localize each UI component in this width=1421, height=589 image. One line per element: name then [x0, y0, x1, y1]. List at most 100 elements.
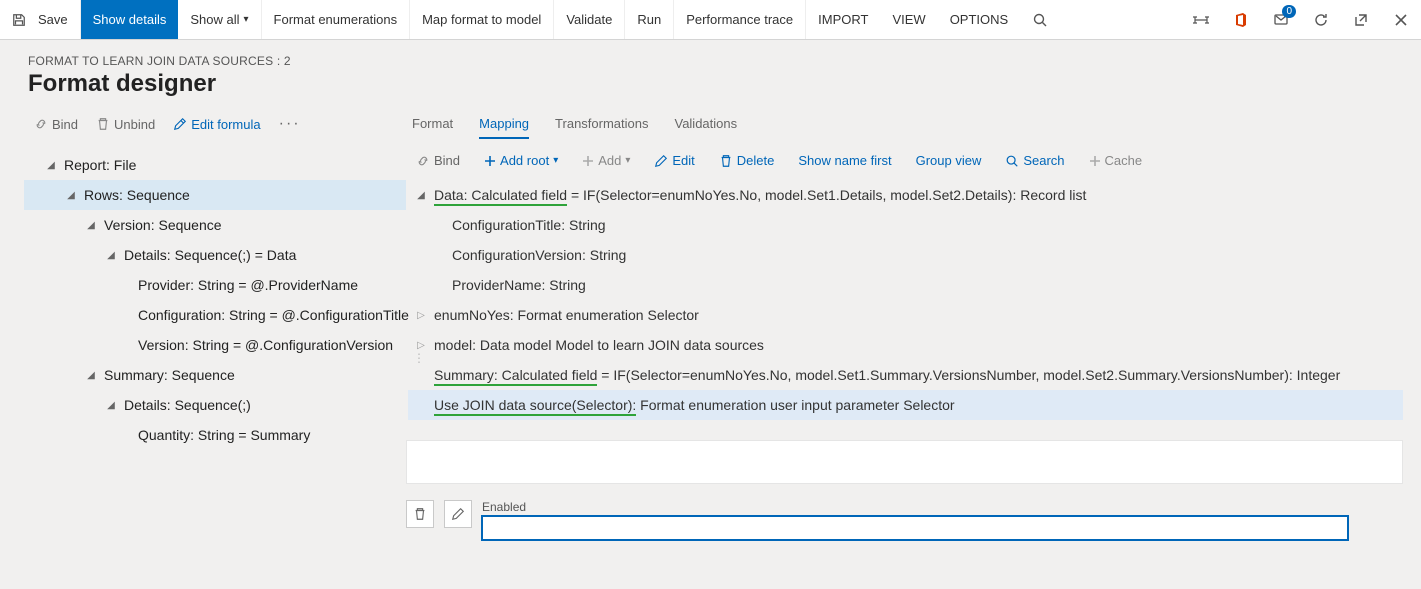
top-toolbar: Save Show details Show all ▾ Format enum…	[0, 0, 1421, 40]
collapse-icon[interactable]: ◢	[84, 368, 98, 382]
link-icon	[34, 117, 48, 131]
options-menu[interactable]: OPTIONS	[938, 0, 1021, 39]
ds-node-providername[interactable]: ProviderName: String	[408, 270, 1403, 300]
performance-trace-label: Performance trace	[686, 12, 793, 27]
edit-formula-button[interactable]: Edit formula	[165, 113, 268, 136]
tree-node-quantity[interactable]: Quantity: String = Summary	[24, 420, 406, 450]
ds-node-configversion[interactable]: ConfigurationVersion: String	[408, 240, 1403, 270]
tree-node-summary[interactable]: ◢ Summary: Sequence	[24, 360, 406, 390]
r-search-button[interactable]: Search	[1001, 151, 1068, 170]
datasource-tree: ◢ Data: Calculated field = IF(Selector=e…	[406, 176, 1403, 420]
close-button[interactable]	[1381, 0, 1421, 39]
import-label: IMPORT	[818, 12, 868, 27]
tree-node-provider[interactable]: Provider: String = @.ProviderName	[24, 270, 406, 300]
r-bind-button[interactable]: Bind	[412, 151, 464, 170]
ds-node-data-label: Data: Calculated field = IF(Selector=enu…	[434, 187, 1086, 203]
edit-formula-label: Edit formula	[191, 117, 260, 132]
footer-edit-button[interactable]	[444, 500, 472, 528]
bind-button[interactable]: Bind	[26, 113, 86, 136]
ds-node-enumnoyes[interactable]: ▷ enumNoYes: Format enumeration Selector	[408, 300, 1403, 330]
popout-button[interactable]	[1341, 0, 1381, 39]
show-all-button[interactable]: Show all ▾	[178, 0, 261, 39]
show-details-label: Show details	[93, 12, 167, 27]
tree-node-details2[interactable]: ◢ Details: Sequence(;)	[24, 390, 406, 420]
view-menu[interactable]: VIEW	[880, 0, 937, 39]
collapse-icon[interactable]: ◢	[64, 188, 78, 202]
chevron-down-icon: ▾	[244, 14, 249, 25]
unbind-label: Unbind	[114, 117, 155, 132]
collapse-icon[interactable]: ◢	[44, 158, 58, 172]
connector-icon-button[interactable]	[1181, 0, 1221, 39]
view-label: VIEW	[892, 12, 925, 27]
pencil-icon	[451, 507, 465, 521]
refresh-icon	[1313, 12, 1329, 28]
office-icon	[1233, 12, 1249, 28]
footer-delete-button[interactable]	[406, 500, 434, 528]
collapse-icon[interactable]: ◢	[104, 248, 118, 262]
tree-node-details[interactable]: ◢ Details: Sequence(;) = Data	[24, 240, 406, 270]
expand-icon[interactable]: ▷	[414, 338, 428, 352]
format-enumerations-button[interactable]: Format enumerations	[262, 0, 411, 39]
save-button[interactable]: Save	[0, 0, 81, 39]
import-menu[interactable]: IMPORT	[806, 0, 880, 39]
tree-node-version-str[interactable]: Version: String = @.ConfigurationVersion	[24, 330, 406, 360]
pane-resize-handle[interactable]: ⋮	[413, 356, 425, 360]
tab-format[interactable]: Format	[412, 110, 453, 139]
ds-node-model[interactable]: ▷ model: Data model Model to learn JOIN …	[408, 330, 1403, 360]
add-label: Add	[598, 153, 621, 168]
add-button[interactable]: Add ▾	[578, 151, 634, 170]
tree-node-report[interactable]: ◢ Report: File	[24, 150, 406, 180]
refresh-button[interactable]	[1301, 0, 1341, 39]
add-root-button[interactable]: Add root ▾	[480, 151, 562, 170]
notifications-button[interactable]: 0	[1261, 0, 1301, 39]
collapse-icon[interactable]: ◢	[84, 218, 98, 232]
tree-node-version[interactable]: ◢ Version: Sequence	[24, 210, 406, 240]
cache-button[interactable]: Cache	[1085, 151, 1147, 170]
show-name-first-button[interactable]: Show name first	[794, 151, 895, 170]
tree-node-rows[interactable]: ◢ Rows: Sequence	[24, 180, 406, 210]
group-view-label: Group view	[916, 153, 982, 168]
bind-label: Bind	[52, 117, 78, 132]
pencil-icon	[173, 117, 187, 131]
unbind-button[interactable]: Unbind	[88, 113, 163, 136]
ds-node-summary[interactable]: Summary: Calculated field = IF(Selector=…	[408, 360, 1403, 390]
office-icon-button[interactable]	[1221, 0, 1261, 39]
notification-badge: 0	[1282, 5, 1296, 18]
collapse-icon[interactable]: ◢	[414, 188, 428, 202]
left-toolbar: Bind Unbind Edit formula ···	[18, 104, 406, 144]
map-format-label: Map format to model	[422, 12, 541, 27]
tab-transformations[interactable]: Transformations	[555, 110, 648, 139]
search-button[interactable]	[1020, 0, 1060, 39]
expand-icon[interactable]: ▷	[414, 308, 428, 322]
format-tree: ◢ Report: File ◢ Rows: Sequence ◢ Versio…	[18, 144, 406, 450]
tabs: Format Mapping Transformations Validatio…	[406, 104, 1403, 139]
delete-button[interactable]: Delete	[715, 151, 779, 170]
edit-button[interactable]: Edit	[650, 151, 698, 170]
ds-node-summary-label: Summary: Calculated field = IF(Selector=…	[434, 367, 1340, 383]
tab-validations[interactable]: Validations	[674, 110, 737, 139]
run-label: Run	[637, 12, 661, 27]
edit-label: Edit	[672, 153, 694, 168]
group-view-button[interactable]: Group view	[912, 151, 986, 170]
validate-button[interactable]: Validate	[554, 0, 625, 39]
ds-node-selector[interactable]: Use JOIN data source(Selector): Format e…	[408, 390, 1403, 420]
show-name-first-label: Show name first	[798, 153, 891, 168]
show-all-label: Show all	[190, 12, 239, 27]
performance-trace-button[interactable]: Performance trace	[674, 0, 806, 39]
map-format-button[interactable]: Map format to model	[410, 0, 554, 39]
tree-node-configuration[interactable]: Configuration: String = @.ConfigurationT…	[24, 300, 406, 330]
enabled-input[interactable]	[482, 516, 1348, 540]
right-pane: Format Mapping Transformations Validatio…	[406, 104, 1403, 540]
ds-node-data[interactable]: ◢ Data: Calculated field = IF(Selector=e…	[408, 180, 1403, 210]
ds-node-selector-label: Use JOIN data source(Selector): Format e…	[434, 397, 955, 413]
trash-icon	[719, 154, 733, 168]
collapse-icon[interactable]: ◢	[104, 398, 118, 412]
link-icon	[416, 154, 430, 168]
more-button[interactable]: ···	[271, 111, 309, 137]
run-button[interactable]: Run	[625, 0, 674, 39]
trash-icon	[413, 507, 427, 521]
ds-node-configtitle[interactable]: ConfigurationTitle: String	[408, 210, 1403, 240]
enabled-label: Enabled	[482, 500, 1403, 514]
show-details-button[interactable]: Show details	[81, 0, 179, 39]
tab-mapping[interactable]: Mapping	[479, 110, 529, 139]
